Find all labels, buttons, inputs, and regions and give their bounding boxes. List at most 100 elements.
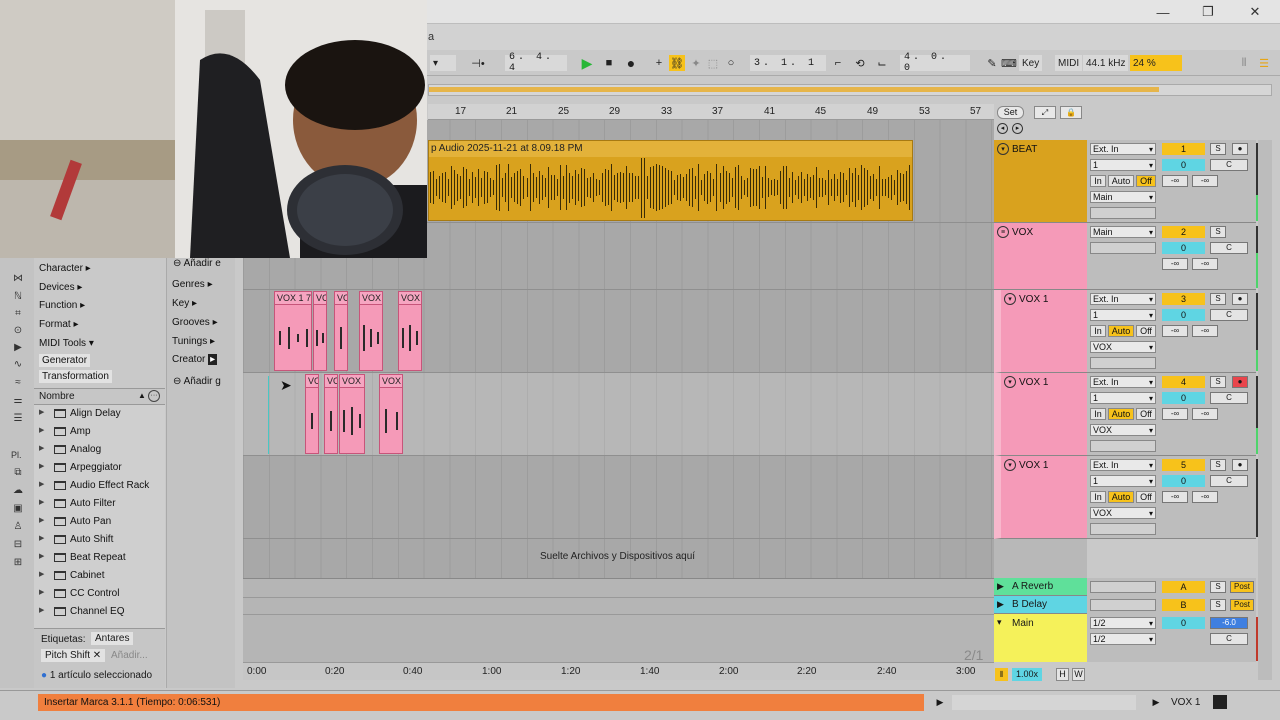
set-locator-button[interactable]: Set	[997, 106, 1024, 119]
add-icon[interactable]: +	[651, 55, 667, 71]
output-select[interactable]: Main	[1090, 226, 1156, 238]
arrangement-overview[interactable]	[428, 84, 1272, 96]
volume-field[interactable]: 0	[1162, 392, 1205, 404]
filter-creator[interactable]: Creator ▸	[172, 354, 218, 365]
list-item[interactable]: ▶ Auto Pan	[34, 513, 165, 531]
menu-icon[interactable]: ☰	[1256, 55, 1272, 71]
filter-key[interactable]: Key ▸	[172, 298, 197, 309]
list-item[interactable]: ▶ Audio Effect Rack	[34, 477, 165, 495]
solo-button[interactable]: S	[1210, 293, 1226, 305]
audio-clip[interactable]: VO	[324, 374, 338, 454]
audio-clip[interactable]: VOX	[339, 374, 365, 454]
monitor-auto-button[interactable]: Auto	[1108, 325, 1134, 337]
list-item[interactable]: ▶ Auto Shift	[34, 531, 165, 549]
return-track-b[interactable]: ▶ B Delay	[994, 596, 1087, 614]
list-item[interactable]: ▶ Arpeggiator	[34, 459, 165, 477]
filter-grooves[interactable]: Grooves ▸	[172, 317, 218, 328]
next-locator-icon[interactable]: ▸	[1012, 123, 1023, 134]
monitor-off-button[interactable]: Off	[1136, 491, 1156, 503]
track-header-vox[interactable]: ≡ VOX	[994, 223, 1087, 290]
close-button[interactable]: ✕	[1242, 2, 1268, 22]
audio-clip-beat[interactable]: p Audio 2025-11-21 at 8.09.18 PM	[428, 140, 913, 221]
post-button[interactable]: Post	[1230, 581, 1254, 593]
input-channel-select[interactable]: 1	[1090, 392, 1156, 404]
loop-icon[interactable]: ○	[723, 55, 739, 71]
minimize-button[interactable]: —	[1150, 2, 1176, 22]
capture-icon[interactable]: ✦	[688, 55, 704, 71]
templates-icon[interactable]: ⚌	[11, 394, 25, 406]
audio-effects-icon[interactable]: ⋈	[11, 272, 25, 284]
solo-button[interactable]: S	[1210, 459, 1226, 471]
fold-icon[interactable]: ▾	[1004, 293, 1016, 305]
volume-field[interactable]: 0	[1162, 475, 1205, 487]
arm-button-active[interactable]: ●	[1232, 376, 1248, 388]
pan-field[interactable]: C	[1210, 309, 1248, 321]
solo-button[interactable]: S	[1210, 226, 1226, 238]
input-type-select[interactable]: Ext. In	[1090, 293, 1156, 305]
expand-clip-view-icon[interactable]: ▶	[932, 694, 948, 710]
fold-icon[interactable]: ▾	[1004, 376, 1016, 388]
loop-start[interactable]: 3. 1. 1	[750, 55, 826, 71]
track-lane-vox1-a[interactable]	[243, 290, 994, 373]
session-record-icon[interactable]: ⬚	[705, 55, 721, 71]
waveform-zoom-icon[interactable]: ⦀	[995, 668, 1008, 681]
track-header-vox1-b[interactable]: ▾ VOX 1	[994, 373, 1087, 456]
grooves-icon[interactable]: ∿	[11, 358, 25, 370]
post-button[interactable]: Post	[1230, 599, 1254, 611]
stop-icon[interactable]: ■	[601, 55, 617, 71]
filter-tunings[interactable]: Tunings ▸	[172, 336, 215, 347]
volume-field[interactable]: 0	[1162, 309, 1205, 321]
solo-button[interactable]: S	[1210, 599, 1226, 611]
punch-in-icon[interactable]: ⌐	[830, 55, 846, 71]
audio-clip[interactable]: VO	[305, 374, 319, 454]
play-icon[interactable]: ▶	[997, 581, 1004, 592]
add-group-button[interactable]: ⊖ Añadir g	[173, 376, 221, 387]
expand-device-view-icon[interactable]: ▶	[1148, 694, 1164, 710]
expand-icon[interactable]: ⤢	[1034, 106, 1056, 119]
pan-field[interactable]: C	[1210, 159, 1248, 171]
main-output-select[interactable]: 1/2	[1090, 617, 1156, 629]
samples-icon[interactable]: ▶	[11, 341, 25, 353]
monitor-auto-button[interactable]: Auto	[1108, 491, 1134, 503]
prev-locator-icon[interactable]: ◂	[997, 123, 1008, 134]
midi-effects-icon[interactable]: ℕ	[11, 290, 25, 302]
track-header-vox1-a[interactable]: ▾ VOX 1	[994, 290, 1087, 373]
track-activator[interactable]: 2	[1162, 226, 1205, 238]
current-project-icon[interactable]: ⊟	[11, 538, 25, 550]
list-item[interactable]: ▶ Channel EQ	[34, 603, 165, 621]
audio-clip[interactable]: VOX	[359, 291, 383, 371]
track-activator[interactable]: 5	[1162, 459, 1205, 471]
pan-field[interactable]: C	[1210, 633, 1248, 645]
input-channel-select[interactable]: 1	[1090, 159, 1156, 171]
input-channel-select[interactable]: 1	[1090, 309, 1156, 321]
punch-out-icon[interactable]: ⌙	[874, 55, 890, 71]
arm-button[interactable]: ●	[1232, 143, 1248, 155]
monitor-auto-button[interactable]: Auto	[1108, 175, 1134, 187]
track-header-vox1-c[interactable]: ▾ VOX 1	[994, 456, 1087, 539]
audio-clip[interactable]: VC	[313, 291, 327, 371]
list-item[interactable]: ▶ Analog	[34, 441, 165, 459]
solo-button[interactable]: S	[1210, 143, 1226, 155]
monitor-off-button[interactable]: Off	[1136, 408, 1156, 420]
play-icon[interactable]: ▶	[997, 599, 1004, 610]
input-channel-select[interactable]: 1	[1090, 475, 1156, 487]
link-icon[interactable]: ⛓	[669, 55, 685, 71]
volume-field[interactable]: 0	[1162, 242, 1205, 254]
return-activator[interactable]: B	[1162, 599, 1205, 611]
return-track-a[interactable]: ▶ A Reverb	[994, 578, 1087, 596]
track-header-beat[interactable]: ▾ BEAT	[994, 140, 1087, 223]
filter-genres[interactable]: Genres ▸	[172, 279, 213, 290]
cue-output-select[interactable]: 1/2	[1090, 633, 1156, 645]
track-lane-vox1-c[interactable]	[243, 456, 994, 539]
browser-list[interactable]: Nombre ▲ ··· ▶ Align Delay ▶ Amp ▶ Analog ▶…	[34, 388, 165, 628]
tag-chip[interactable]: Pitch Shift ✕	[41, 649, 106, 662]
list-icon[interactable]: ☰	[11, 412, 25, 424]
list-item[interactable]: ▶ Amp	[34, 423, 165, 441]
song-position[interactable]: 6. 4. 4	[505, 52, 567, 74]
w-button[interactable]: W	[1072, 668, 1085, 681]
grid-icon[interactable]: ⦀	[1236, 55, 1252, 71]
fold-icon[interactable]: ▾	[997, 617, 1002, 628]
tag-chip[interactable]: Antares	[91, 632, 134, 645]
list-item[interactable]: ▶ Cabinet	[34, 567, 165, 585]
midi-map-button[interactable]: MIDI	[1055, 55, 1083, 71]
